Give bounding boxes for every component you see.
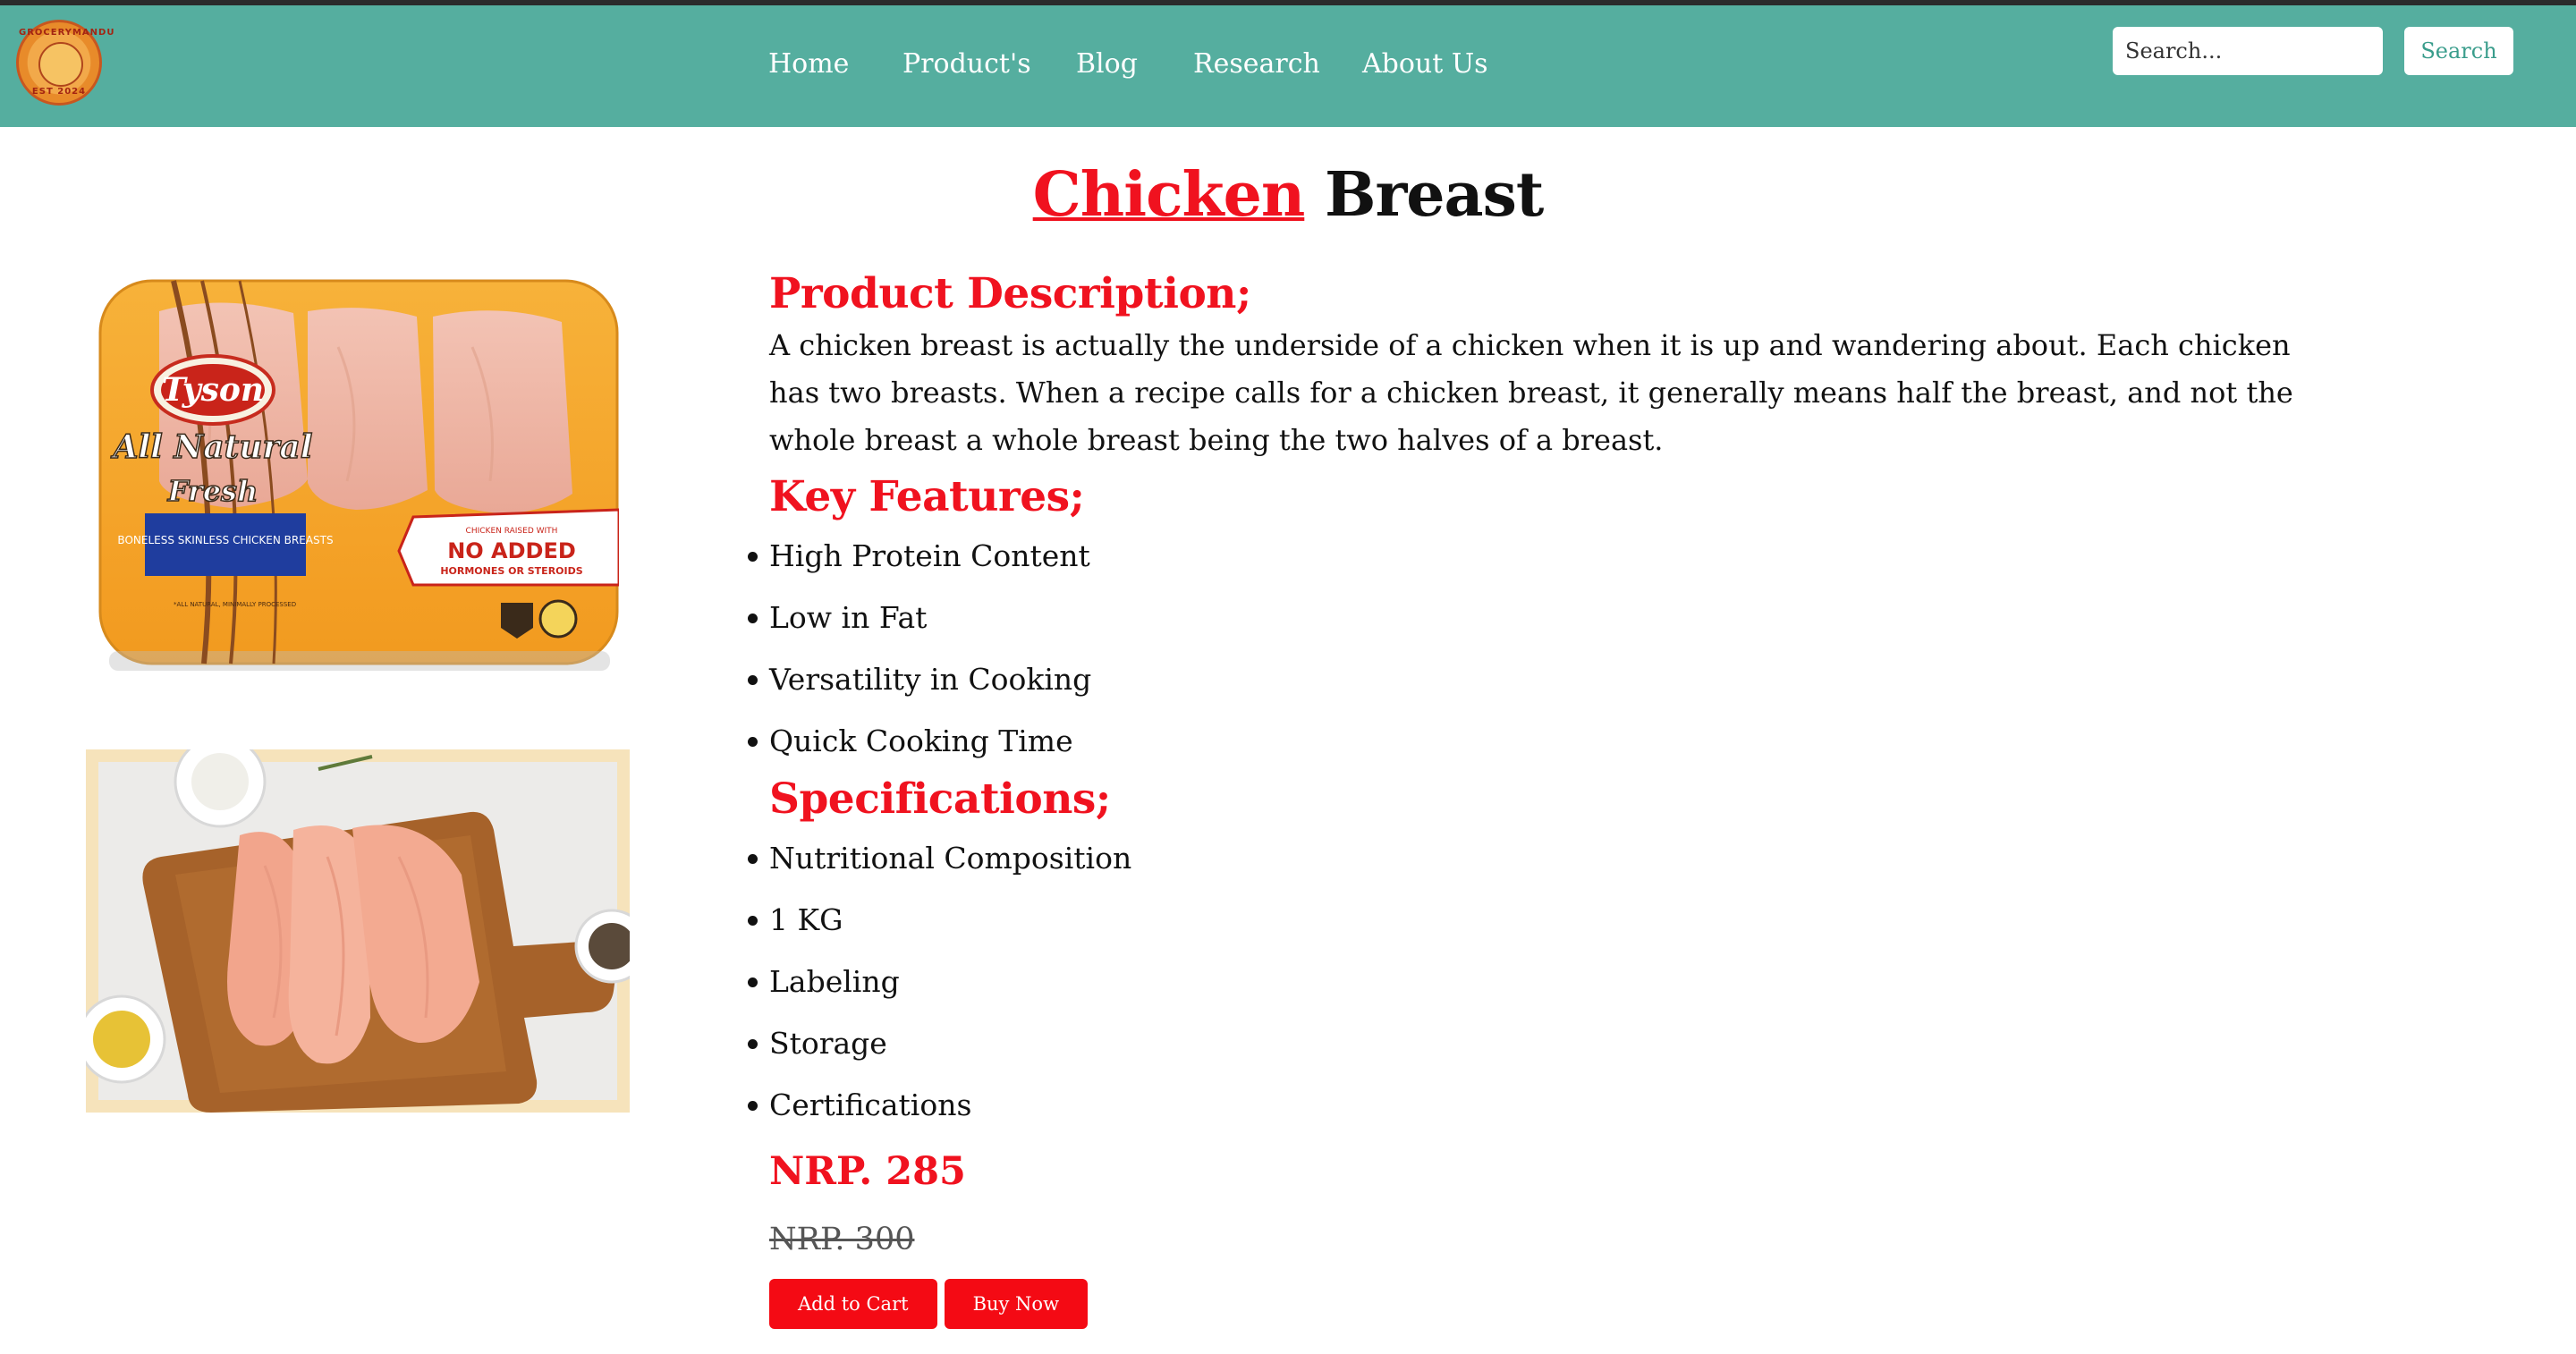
features-list: High Protein Content Low in Fat Versatil… [748,525,2308,772]
svg-text:*ALL NATURAL, MINIMALLY PROCES: *ALL NATURAL, MINIMALLY PROCESSED [174,601,296,608]
add-to-cart-button[interactable]: Add to Cart [769,1279,937,1329]
nav-link-home[interactable]: Home [768,48,849,80]
product-image-package: Tyson All Natural Fresh BONELESS SKINLES… [98,279,619,671]
package-label-box: BONELESS SKINLESS CHICKEN BREASTS [117,534,333,546]
package-line2: Fresh [167,474,258,508]
page-title-rest: Breast [1324,159,1544,231]
product-details: Product Description; A chicken breast is… [748,267,2308,1329]
list-item: High Protein Content [748,525,2308,587]
package-badge-big: NO ADDED [447,538,576,563]
product-image-board [86,749,630,1113]
search-input[interactable] [2113,27,2383,75]
nav-link-blog[interactable]: Blog [1076,48,1138,80]
list-item: 1 KG [748,889,2308,951]
page-title-accent: Chicken [1032,159,1306,231]
features-heading: Key Features; [769,472,1085,521]
package-badge-sub: HORMONES OR STEROIDS [440,565,582,577]
action-buttons: Add to Cart Buy Now [769,1279,2308,1329]
nav-link-research[interactable]: Research [1193,48,1320,80]
package-brand: Tyson [162,371,264,409]
list-item: Labeling [748,951,2308,1012]
specifications-list: Nutritional Composition 1 KG Labeling St… [748,827,2308,1136]
nav-link-products[interactable]: Product's [902,48,1031,80]
list-item: Storage [748,1012,2308,1074]
list-item: Quick Cooking Time [748,710,2308,772]
description-heading: Product Description; [769,269,1251,318]
product-description: A chicken breast is actually the undersi… [769,328,2293,457]
buy-now-button[interactable]: Buy Now [944,1279,1089,1329]
list-item: Versatility in Cooking [748,648,2308,710]
search-button[interactable]: Search [2404,27,2513,75]
top-navbar: GROCERYMANDU EST 2024 Home Product's Blo… [0,5,2576,127]
package-badge-small: CHICKEN RAISED WITH [466,527,558,536]
page-title: Chicken Breast [0,159,2576,231]
package-line1: All Natural [111,428,313,466]
list-item: Nutritional Composition [748,827,2308,889]
current-price: NRP. 285 [769,1149,966,1194]
specifications-heading: Specifications; [769,774,1111,824]
nav-link-about-us[interactable]: About Us [1362,48,1488,80]
list-item: Certifications [748,1074,2308,1136]
old-price: NRP. 300 [769,1222,915,1257]
list-item: Low in Fat [748,587,2308,648]
